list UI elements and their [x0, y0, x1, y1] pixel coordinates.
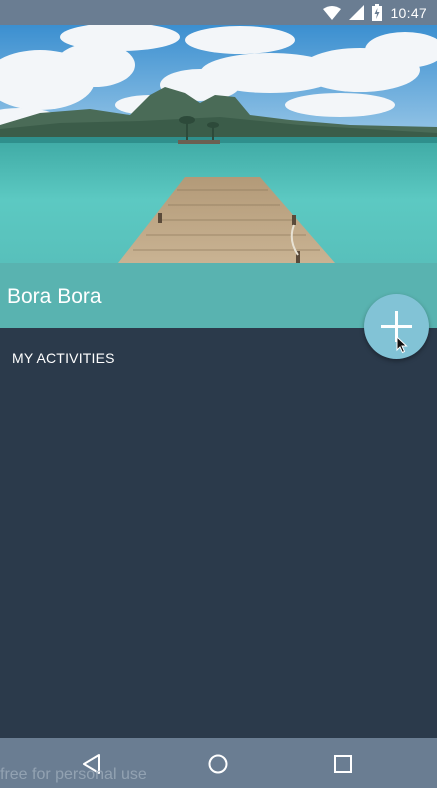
hero-image: [0, 25, 437, 263]
mouse-cursor-icon: [396, 336, 408, 354]
status-time: 10:47: [390, 4, 427, 21]
status-icons: 10:47: [323, 0, 427, 25]
place-title: Bora Bora: [7, 285, 102, 308]
status-bar: 10:47: [0, 0, 437, 25]
home-icon[interactable]: [205, 751, 231, 777]
lagoon-dock-image: [0, 25, 437, 263]
recents-icon[interactable]: [330, 751, 356, 777]
watermark-text: free for personal use: [0, 766, 147, 783]
battery-icon: [372, 4, 383, 21]
wifi-icon: [323, 5, 342, 20]
my-activities-header: MY ACTIVITIES: [12, 350, 115, 366]
cell-signal-icon: [349, 5, 365, 20]
